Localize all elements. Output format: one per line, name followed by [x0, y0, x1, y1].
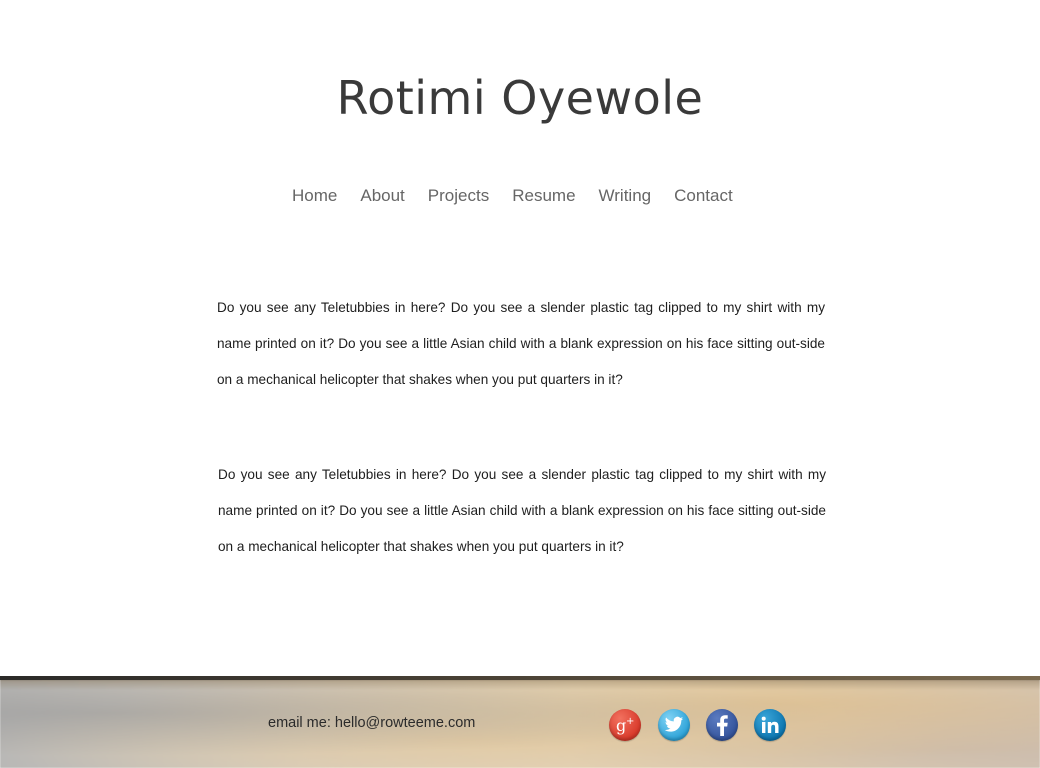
email-prefix-label: email me:: [268, 715, 335, 731]
main-nav: Home About Projects Resume Writing Conta…: [292, 184, 733, 208]
footer-email: email me: hello@rowteeme.com: [268, 713, 475, 733]
email-link[interactable]: hello@rowteeme.com: [335, 715, 475, 731]
nav-item-contact[interactable]: Contact: [674, 184, 733, 208]
nav-item-home[interactable]: Home: [292, 184, 337, 208]
site-title: Rotimi Oyewole: [336, 71, 704, 125]
google-plus-icon[interactable]: g +: [609, 709, 641, 741]
footer-background-image: [0, 676, 1040, 768]
nav-item-writing[interactable]: Writing: [599, 184, 652, 208]
footer: email me: hello@rowteeme.com g +: [0, 676, 1040, 768]
twitter-icon[interactable]: [658, 709, 690, 741]
linkedin-icon[interactable]: [754, 709, 786, 741]
facebook-icon[interactable]: [706, 709, 738, 741]
svg-text:+: +: [626, 716, 634, 727]
nav-item-resume[interactable]: Resume: [512, 184, 575, 208]
footer-divider: [0, 676, 1040, 680]
nav-item-projects[interactable]: Projects: [428, 184, 489, 208]
body-paragraph-1: Do you see any Teletubbies in here? Do y…: [217, 299, 825, 387]
body-paragraph-2: Do you see any Teletubbies in here? Do y…: [218, 466, 826, 554]
nav-item-about[interactable]: About: [360, 184, 404, 208]
svg-text:g: g: [616, 716, 626, 735]
